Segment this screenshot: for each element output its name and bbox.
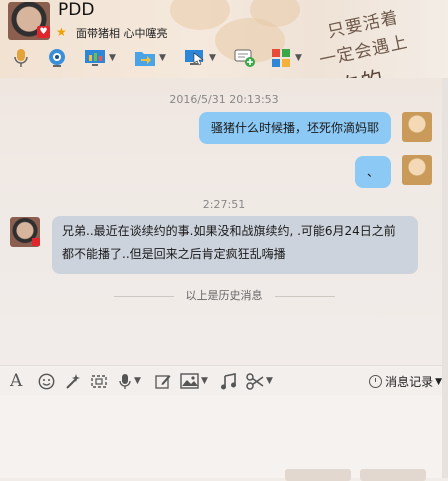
screenshot-button[interactable] — [90, 371, 108, 391]
webcam-icon — [46, 47, 68, 69]
divider-line — [113, 295, 174, 297]
message-history-button[interactable]: 消息记录 ▼ — [369, 373, 442, 390]
contact-name[interactable]: PDD — [58, 0, 94, 20]
message-timestamp: 2016/5/31 20:13:53 — [169, 93, 279, 106]
image-icon — [180, 373, 199, 389]
chat-header: ♥ PDD ★ 面带猪相 心中噻亮 只要活着 一定会遇上 好吃的 ▼ — [0, 0, 448, 78]
add-chat-icon — [234, 47, 256, 69]
chevron-down-icon[interactable]: ▼ — [295, 53, 302, 63]
screen-capture-button[interactable]: ▼ — [246, 371, 273, 391]
remote-assist-button[interactable]: ▼ — [84, 46, 116, 70]
screen-share-button[interactable]: ▼ — [184, 46, 216, 70]
video-call-button[interactable] — [46, 46, 68, 70]
message-bubble-sent[interactable]: 骚猪什么时候播，坯死你滴妈耶 — [198, 112, 391, 144]
input-toolbar: A ▼ ▼ ▼ 消息记录 ▼ — [0, 365, 448, 396]
image-button[interactable]: ▼ — [180, 371, 208, 391]
scrollbar-track[interactable] — [442, 78, 448, 478]
chevron-down-icon[interactable]: ▼ — [201, 376, 208, 386]
chat-toolbar: ▼ ▼ ▼ ▼ — [0, 44, 310, 74]
send-button[interactable] — [360, 469, 426, 481]
chevron-down-icon[interactable]: ▼ — [435, 377, 442, 387]
apps-grid-icon — [270, 47, 292, 69]
message-input[interactable] — [0, 395, 448, 478]
smiley-icon — [38, 373, 55, 389]
edit-icon — [155, 374, 171, 389]
chevron-down-icon[interactable]: ▼ — [134, 376, 141, 386]
screenshot-icon — [91, 374, 107, 388]
magic-wand-button[interactable] — [64, 371, 81, 391]
message-bubble-sent[interactable]: 、 — [354, 156, 391, 188]
message-history-label: 消息记录 — [385, 375, 434, 389]
edit-button[interactable] — [154, 371, 171, 391]
clock-icon — [369, 375, 383, 388]
my-avatar[interactable] — [402, 112, 432, 142]
folder-send-icon — [134, 47, 156, 69]
emoji-button[interactable] — [38, 371, 55, 391]
message-bubble-received[interactable]: 兄弟..最近在谈续约的事.如果没和战旗续约, .可能6月24日之前 都不能播了.… — [52, 216, 418, 274]
add-member-button[interactable] — [234, 46, 256, 70]
microphone-icon — [10, 47, 32, 69]
banner-handwriting: 只要活着 一定会遇上 好吃的 — [292, 0, 448, 78]
my-avatar[interactable] — [402, 155, 432, 185]
chat-history-area[interactable]: 2016/5/31 20:13:53 骚猪什么时候播，坯死你滴妈耶 、 2:27… — [0, 78, 448, 365]
vip-badge-icon — [32, 238, 40, 246]
remote-assist-icon — [84, 47, 106, 69]
message-text-line: 都不能播了..但是回来之后肯定疯狂乱嗨播 — [62, 247, 286, 261]
microphone-icon — [119, 373, 131, 389]
contact-signature: 面带猪相 心中噻亮 — [76, 27, 168, 40]
background-decoration — [170, 0, 230, 30]
send-file-button[interactable]: ▼ — [134, 46, 166, 70]
history-divider: 以上是历史消息 — [0, 287, 448, 303]
scissors-icon — [246, 372, 264, 390]
magic-wand-icon — [66, 373, 80, 389]
voice-call-button[interactable] — [10, 46, 32, 70]
history-label: 以上是历史消息 — [185, 289, 263, 302]
vip-badge-icon: ♥ — [37, 26, 50, 38]
font-icon[interactable]: A — [10, 371, 22, 391]
chevron-down-icon[interactable]: ▼ — [109, 53, 116, 63]
apps-button[interactable]: ▼ — [270, 46, 302, 70]
chevron-down-icon[interactable]: ▼ — [209, 53, 216, 63]
music-button[interactable] — [220, 371, 236, 391]
music-note-icon — [221, 372, 236, 389]
voice-message-button[interactable]: ▼ — [118, 371, 141, 391]
screen-share-icon — [184, 47, 206, 69]
message-text-line: 兄弟..最近在谈续约的事.如果没和战旗续约, .可能6月24日之前 — [62, 224, 396, 238]
close-button[interactable] — [285, 469, 351, 481]
star-icon: ★ — [56, 25, 67, 39]
divider-line — [274, 295, 335, 297]
chevron-down-icon[interactable]: ▼ — [266, 376, 273, 386]
message-timestamp: 2:27:51 — [202, 198, 246, 211]
chevron-down-icon[interactable]: ▼ — [159, 53, 166, 63]
